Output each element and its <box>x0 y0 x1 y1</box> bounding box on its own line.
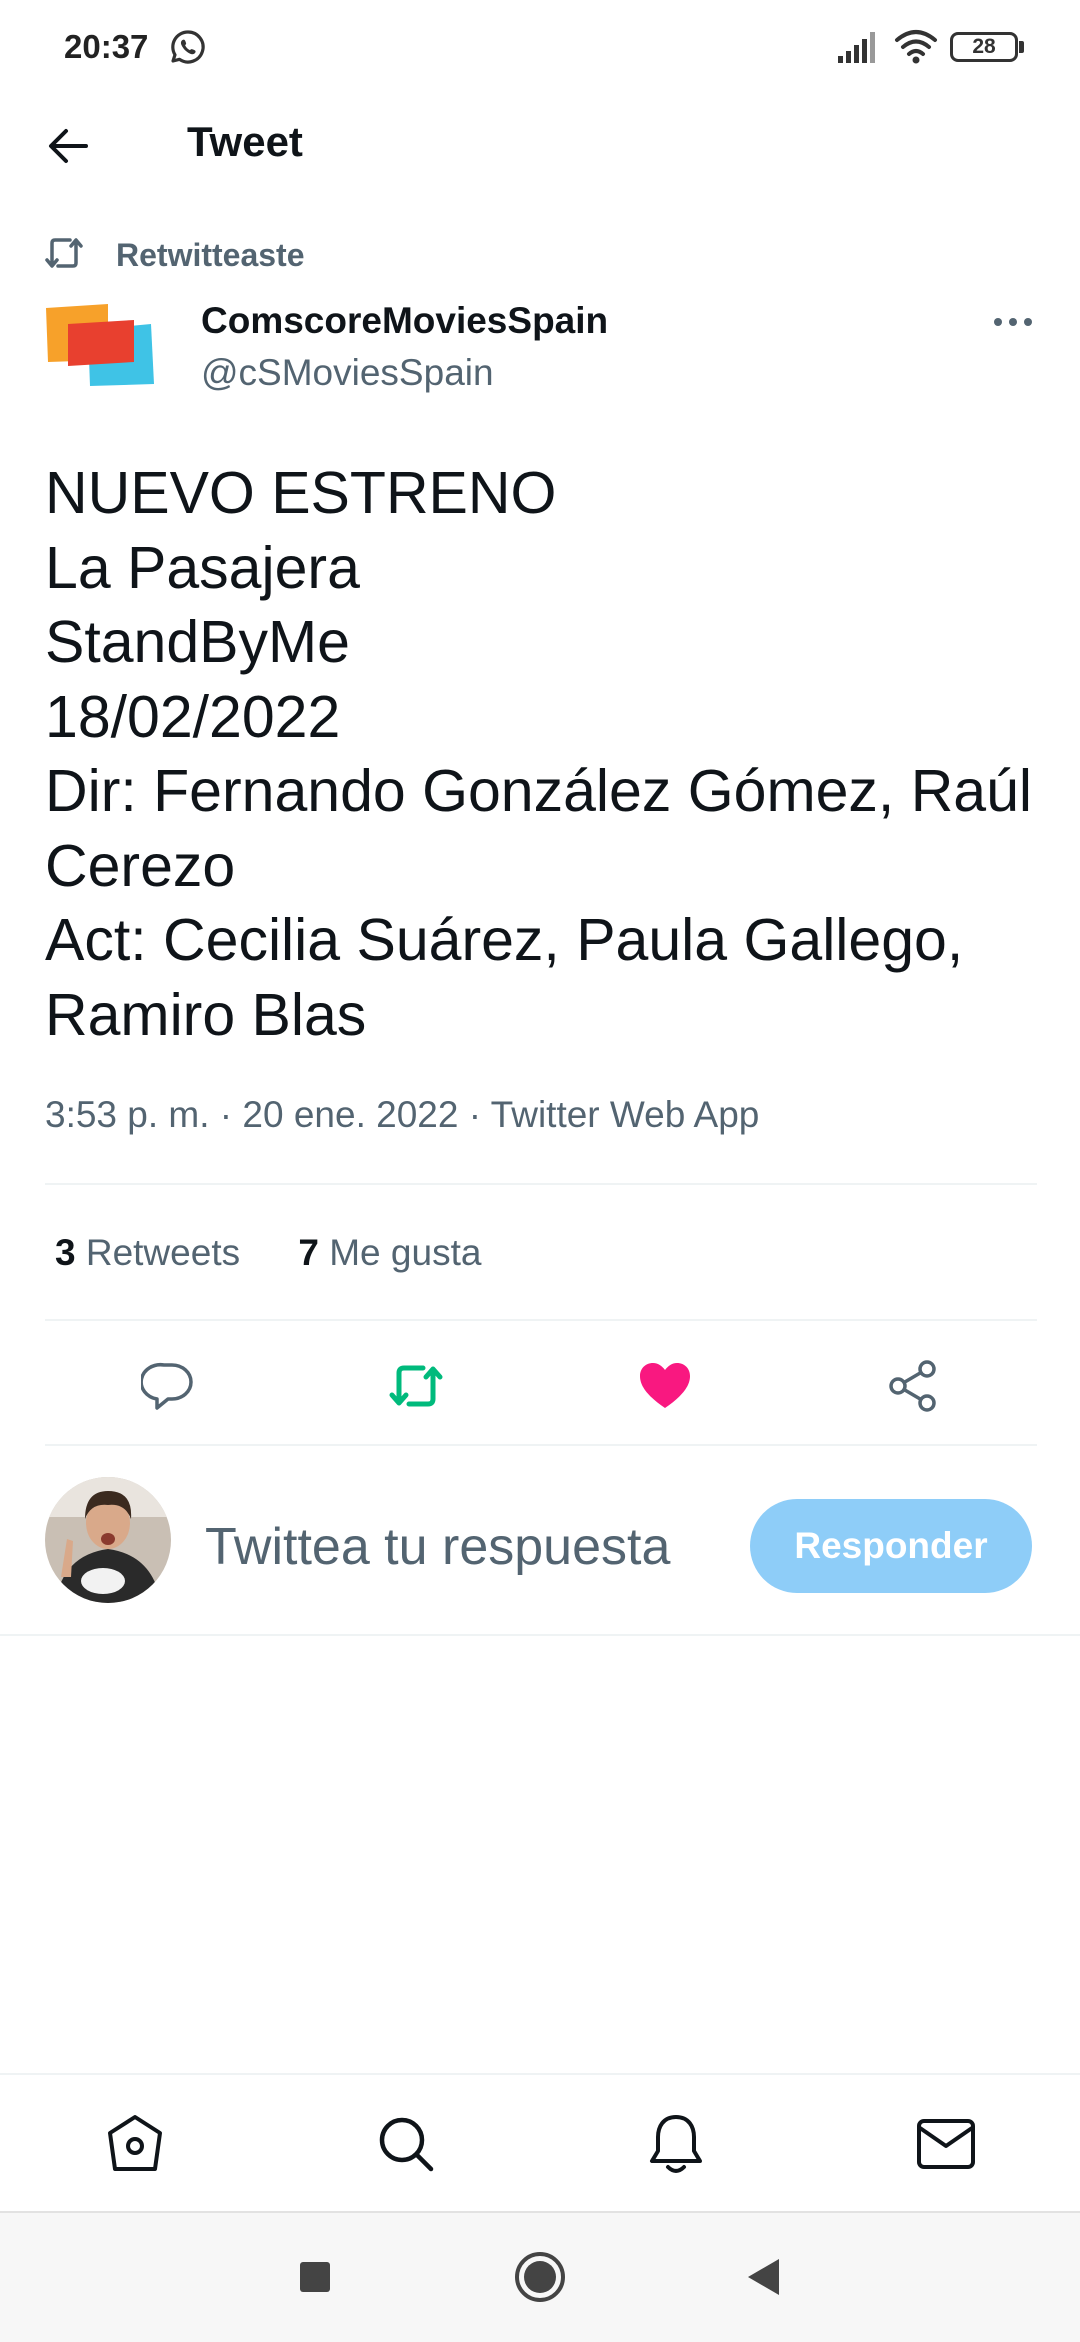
tweet-text-line: Act: Cecilia Suárez, Paula Gallego, <box>45 907 964 973</box>
triangle-back-icon <box>748 2259 779 2295</box>
arrow-left-icon <box>49 129 88 163</box>
home-button[interactable] <box>505 2242 575 2312</box>
nav-home[interactable] <box>97 2106 173 2182</box>
home-icon <box>108 2115 162 2171</box>
bell-icon <box>650 2115 702 2173</box>
status-time: 20:37 <box>64 28 149 65</box>
nav-search[interactable] <box>368 2106 444 2182</box>
divider <box>45 1319 1037 1321</box>
back-button[interactable] <box>30 108 106 184</box>
reply-button[interactable] <box>128 1346 208 1426</box>
nav-messages[interactable] <box>908 2106 984 2182</box>
tweet-text-line: Cerezo <box>45 832 236 899</box>
retweets-label: Retweets <box>85 1232 241 1273</box>
page-title: Tweet <box>187 118 303 165</box>
retweets-stat[interactable]: 3 Retweets <box>55 1232 240 1273</box>
share-icon <box>889 1360 936 1412</box>
divider <box>45 1444 1037 1446</box>
retweet-context-icon <box>43 235 85 271</box>
share-button[interactable] <box>873 1346 953 1426</box>
author-avatar[interactable] <box>46 300 162 400</box>
divider <box>0 1634 1080 1636</box>
battery-level: 28 <box>972 35 996 58</box>
tweet-text-line: NUEVO ESTRENO <box>45 460 557 526</box>
retweet-button[interactable] <box>376 1346 456 1426</box>
mail-icon <box>917 2119 975 2169</box>
whatsapp-icon <box>168 27 208 67</box>
back-nav-button[interactable] <box>728 2242 798 2312</box>
tweet-text-line: Ramiro Blas <box>45 981 367 1048</box>
more-horizontal-icon <box>994 318 1032 326</box>
tweet-timestamp: 3:53 p. m. · 20 ene. 2022 · Twitter Web … <box>45 1094 760 1135</box>
like-button[interactable] <box>625 1346 705 1426</box>
tweet-stats: 3 Retweets 7 Me gusta <box>55 1232 481 1274</box>
recents-button[interactable] <box>280 2242 350 2312</box>
search-icon <box>379 2117 434 2172</box>
tweet-text-line: StandByMe <box>45 609 350 675</box>
wifi-icon <box>894 28 938 64</box>
reply-icon <box>141 1362 193 1410</box>
recents-icon <box>300 2262 330 2292</box>
reply-submit-button[interactable]: Responder <box>750 1499 1032 1593</box>
tweet-text: NUEVO ESTRENO La Pasajera StandByMe 18/0… <box>45 456 1045 1052</box>
heart-icon <box>640 1363 690 1408</box>
nav-notifications[interactable] <box>638 2106 714 2182</box>
retweet-icon <box>389 1365 443 1407</box>
user-avatar[interactable] <box>45 1477 171 1603</box>
author-name[interactable]: ComscoreMoviesSpain <box>201 300 608 342</box>
home-circle-icon <box>515 2252 565 2302</box>
tweet-text-line: La Pasajera <box>45 534 360 601</box>
retweets-count: 3 <box>55 1232 76 1273</box>
author-handle[interactable]: @cSMoviesSpain <box>201 352 494 394</box>
more-options-button[interactable] <box>984 300 1042 344</box>
likes-label: Me gusta <box>329 1232 482 1273</box>
reply-input[interactable] <box>205 1512 705 1582</box>
battery-icon: 28 <box>950 32 1018 62</box>
tweet-text-line: 18/02/2022 <box>45 683 341 750</box>
signal-icon <box>836 30 880 64</box>
battery-tip <box>1019 41 1024 53</box>
retweet-context-label[interactable]: Retwitteaste <box>116 237 305 274</box>
likes-count: 7 <box>298 1232 319 1273</box>
divider <box>45 1183 1037 1185</box>
likes-stat[interactable]: 7 Me gusta <box>298 1232 481 1273</box>
tweet-text-line: Dir: Fernando González Gómez, Raúl <box>45 758 1033 824</box>
